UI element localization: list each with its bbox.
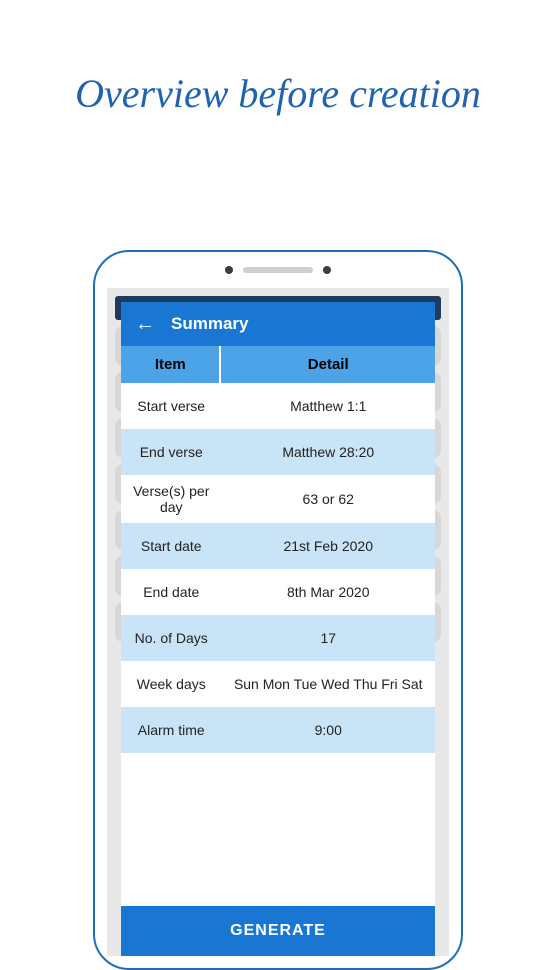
app-bar-title: Summary bbox=[171, 314, 248, 334]
app-bar: ← Summary bbox=[121, 302, 435, 346]
row-detail-value: Sun Mon Tue Wed Thu Fri Sat bbox=[221, 661, 435, 707]
table-row: Alarm time 9:00 bbox=[121, 707, 435, 753]
row-detail-value: Matthew 1:1 bbox=[221, 383, 435, 429]
phone-frame: ← Summary Item Detail Start verse Matthe… bbox=[93, 250, 463, 970]
table-row: Start verse Matthew 1:1 bbox=[121, 383, 435, 429]
row-detail-value: Matthew 28:20 bbox=[221, 429, 435, 475]
table-row: Start date 21st Feb 2020 bbox=[121, 523, 435, 569]
summary-modal: ← Summary Item Detail Start verse Matthe… bbox=[121, 302, 435, 956]
phone-screen: ← Summary Item Detail Start verse Matthe… bbox=[107, 288, 449, 956]
camera-dot-icon bbox=[225, 266, 233, 274]
row-item-label: No. of Days bbox=[121, 615, 221, 661]
speaker-icon bbox=[243, 267, 313, 273]
table-row: Week days Sun Mon Tue Wed Thu Fri Sat bbox=[121, 661, 435, 707]
phone-speaker-area bbox=[95, 252, 461, 288]
page-title: Overview before creation bbox=[0, 70, 556, 117]
row-item-label: Start date bbox=[121, 523, 221, 569]
row-detail-value: 9:00 bbox=[221, 707, 435, 753]
table-row: End date 8th Mar 2020 bbox=[121, 569, 435, 615]
generate-button[interactable]: GENERATE bbox=[121, 906, 435, 956]
back-arrow-icon[interactable]: ← bbox=[135, 314, 155, 334]
sensor-dot-icon bbox=[323, 266, 331, 274]
row-item-label: Verse(s) per day bbox=[121, 475, 221, 523]
row-item-label: Start verse bbox=[121, 383, 221, 429]
header-detail: Detail bbox=[221, 346, 435, 383]
table-row: No. of Days 17 bbox=[121, 615, 435, 661]
row-detail-value: 21st Feb 2020 bbox=[221, 523, 435, 569]
header-item: Item bbox=[121, 346, 221, 383]
table-header: Item Detail bbox=[121, 346, 435, 383]
row-item-label: Alarm time bbox=[121, 707, 221, 753]
row-detail-value: 63 or 62 bbox=[221, 475, 435, 523]
row-item-label: End date bbox=[121, 569, 221, 615]
row-item-label: End verse bbox=[121, 429, 221, 475]
row-detail-value: 8th Mar 2020 bbox=[221, 569, 435, 615]
row-detail-value: 17 bbox=[221, 615, 435, 661]
row-item-label: Week days bbox=[121, 661, 221, 707]
summary-table: Item Detail Start verse Matthew 1:1 End … bbox=[121, 346, 435, 906]
table-row: Verse(s) per day 63 or 62 bbox=[121, 475, 435, 523]
table-row: End verse Matthew 28:20 bbox=[121, 429, 435, 475]
